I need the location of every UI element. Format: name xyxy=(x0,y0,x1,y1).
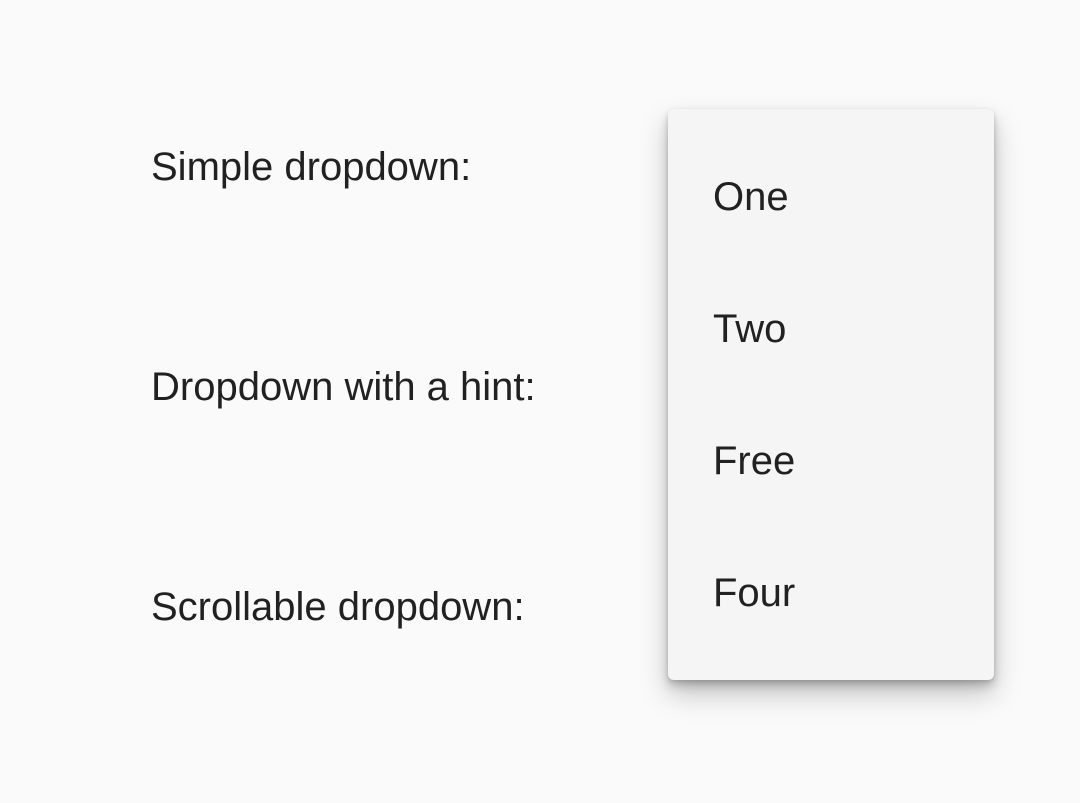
dropdown-menu: One Two Free Four xyxy=(668,109,994,680)
dropdown-option-two[interactable]: Two xyxy=(668,263,994,395)
dropdown-option-four[interactable]: Four xyxy=(668,527,994,659)
simple-dropdown-label: Simple dropdown: xyxy=(151,145,472,189)
dropdown-option-free[interactable]: Free xyxy=(668,395,994,527)
dropdown-option-label: Free xyxy=(713,439,796,483)
hint-dropdown-label: Dropdown with a hint: xyxy=(151,365,536,409)
dropdown-demo-screen: Simple dropdown: Dropdown with a hint: S… xyxy=(0,0,1080,803)
dropdown-option-label: Two xyxy=(713,307,787,351)
dropdown-option-label: One xyxy=(713,175,789,219)
scrollable-dropdown-label: Scrollable dropdown: xyxy=(151,585,525,629)
dropdown-option-label: Four xyxy=(713,571,796,615)
dropdown-option-one[interactable]: One xyxy=(668,131,994,263)
